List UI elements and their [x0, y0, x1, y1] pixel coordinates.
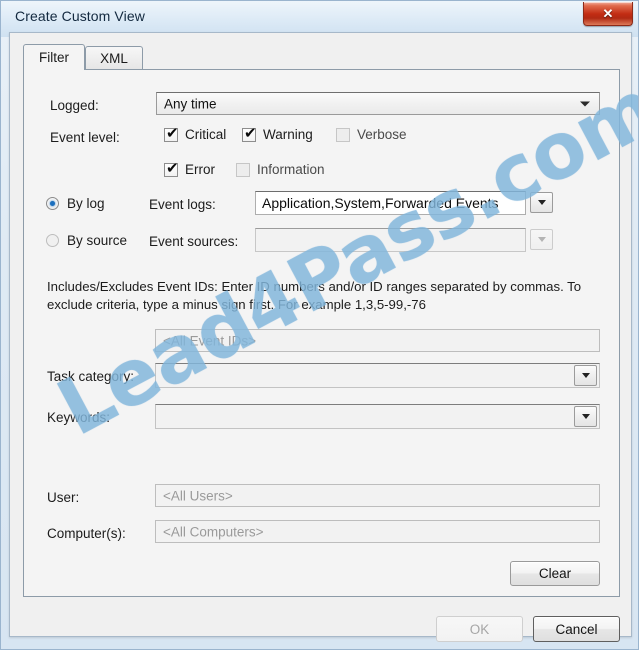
create-custom-view-dialog: Create Custom View ✕ Filter XML Logged: … [0, 0, 639, 650]
event-sources-dropdown-button [530, 229, 553, 250]
user-label: User: [47, 490, 80, 505]
tab-strip: Filter XML [23, 44, 620, 70]
checkbox-critical-label: Critical [185, 127, 227, 142]
keywords-dropdown-button[interactable] [574, 406, 597, 427]
computers-input[interactable]: <All Computers> [155, 520, 600, 543]
logged-combo[interactable]: Any time [156, 92, 600, 115]
user-placeholder: <All Users> [163, 488, 233, 503]
window-title: Create Custom View [15, 8, 145, 24]
checkbox-critical-box: ✔ [164, 123, 179, 142]
chevron-down-icon [581, 414, 590, 419]
checkbox-warning-box: ✔ [242, 123, 257, 142]
checkbox-information-box [236, 162, 250, 177]
user-input[interactable]: <All Users> [155, 484, 600, 507]
keywords-combo[interactable] [155, 404, 600, 429]
event-logs-value: Application,System,Forwarded Events [262, 195, 499, 211]
tab-xml-label: XML [100, 50, 128, 66]
event-logs-combo[interactable]: Application,System,Forwarded Events [255, 191, 526, 215]
radio-by-source-dot [46, 234, 59, 247]
check-icon: ✔ [244, 123, 257, 142]
event-sources-combo[interactable] [255, 228, 526, 252]
cancel-button[interactable]: Cancel [533, 616, 620, 642]
task-category-dropdown-button[interactable] [574, 365, 597, 386]
checkbox-information-label: Information [257, 162, 325, 177]
close-button[interactable]: ✕ [583, 2, 633, 26]
event-logs-label: Event logs: [149, 197, 216, 212]
ok-button[interactable]: OK [436, 616, 523, 642]
checkbox-critical[interactable]: ✔ Critical [164, 123, 227, 142]
checkbox-verbose[interactable]: Verbose [336, 127, 407, 142]
radio-by-source-label: By source [67, 233, 128, 248]
ok-button-label: OK [469, 621, 490, 637]
event-ids-placeholder: <All Event IDs> [163, 333, 257, 348]
check-icon: ✔ [166, 158, 179, 177]
keywords-label: Keywords: [47, 410, 111, 425]
clear-button-label: Clear [538, 566, 572, 581]
computers-placeholder: <All Computers> [163, 524, 264, 539]
checkbox-warning[interactable]: ✔ Warning [242, 123, 313, 142]
checkbox-error[interactable]: ✔ Error [164, 158, 215, 177]
tab-filter[interactable]: Filter [23, 44, 85, 70]
logged-label: Logged: [50, 98, 99, 113]
clear-button[interactable]: Clear [510, 561, 600, 586]
chevron-down-icon [537, 237, 546, 242]
checkbox-error-box: ✔ [164, 158, 179, 177]
chevron-down-icon [537, 200, 546, 205]
checkbox-verbose-box [336, 127, 350, 142]
logged-combo-value: Any time [164, 96, 217, 111]
checkbox-warning-label: Warning [263, 127, 313, 142]
event-sources-label: Event sources: [149, 234, 239, 249]
radio-by-log-dot [46, 197, 59, 210]
event-level-label: Event level: [50, 130, 120, 145]
chevron-down-icon [580, 101, 590, 106]
tab-filter-label: Filter [39, 50, 69, 65]
task-category-combo[interactable] [155, 363, 600, 388]
checkbox-error-label: Error [185, 162, 215, 177]
checkbox-verbose-label: Verbose [357, 127, 407, 142]
radio-by-log-label: By log [67, 196, 105, 211]
dialog-client-area: Filter XML Logged: Any time Event level:… [9, 32, 632, 642]
radio-by-log[interactable]: By log [46, 196, 105, 211]
check-icon: ✔ [166, 123, 179, 142]
computers-label: Computer(s): [47, 526, 126, 541]
cancel-button-label: Cancel [555, 621, 598, 637]
chevron-down-icon [581, 373, 590, 378]
checkbox-information[interactable]: Information [236, 162, 325, 177]
event-ids-description: Includes/Excludes Event IDs: Enter ID nu… [47, 279, 582, 312]
close-icon: ✕ [602, 6, 614, 21]
task-category-label: Task category: [47, 369, 135, 384]
tab-xml[interactable]: XML [85, 46, 143, 69]
filter-tab-page: Logged: Any time Event level: ✔ Critical… [23, 69, 620, 597]
event-logs-dropdown-button[interactable] [530, 192, 553, 213]
event-ids-input[interactable]: <All Event IDs> [155, 329, 600, 352]
radio-by-source[interactable]: By source [46, 233, 127, 248]
